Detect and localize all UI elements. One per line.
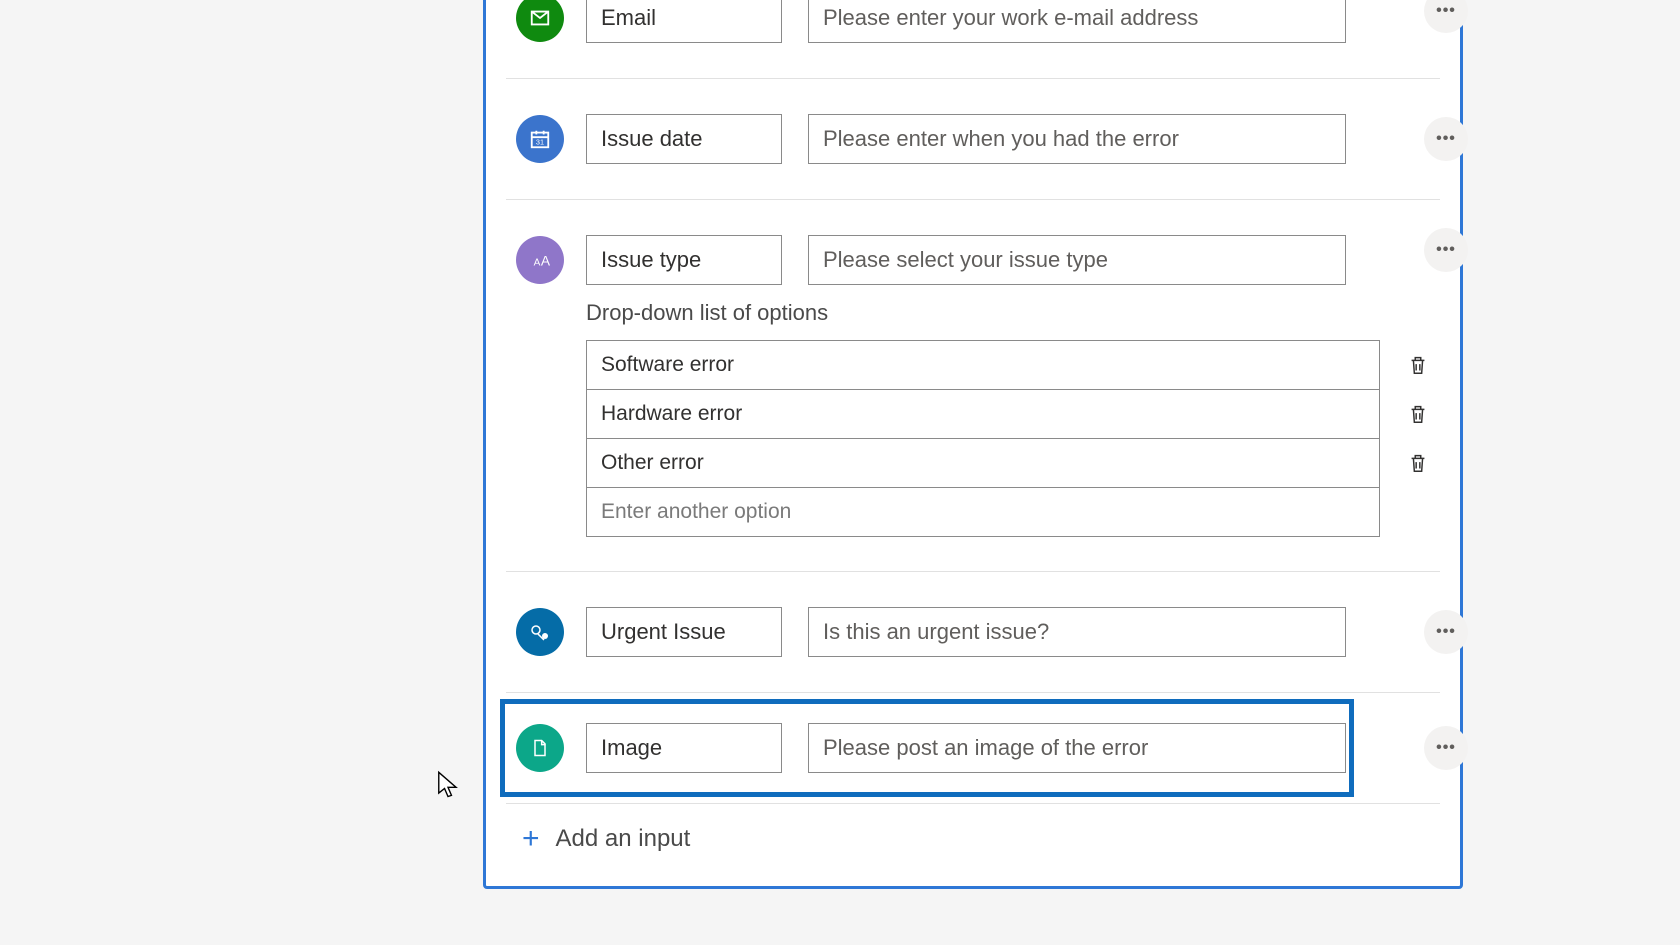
option-row bbox=[586, 438, 1440, 488]
option-input-0[interactable] bbox=[586, 340, 1380, 390]
input-row-image: ••• bbox=[506, 693, 1440, 804]
plus-icon: + bbox=[522, 822, 540, 856]
more-dots: ••• bbox=[1436, 2, 1456, 20]
mouse-cursor bbox=[436, 770, 460, 800]
delete-option-button[interactable] bbox=[1396, 392, 1440, 436]
option-row bbox=[586, 340, 1440, 390]
svg-text:31: 31 bbox=[536, 138, 544, 147]
email-more-button[interactable]: ••• bbox=[1424, 0, 1468, 33]
email-icon bbox=[516, 0, 564, 42]
svg-text:A: A bbox=[541, 254, 551, 269]
toggle-icon bbox=[516, 608, 564, 656]
trash-icon bbox=[1407, 353, 1429, 377]
input-row-issue-date: 31 ••• bbox=[506, 79, 1440, 200]
email-desc-input[interactable] bbox=[808, 0, 1346, 43]
urgent-more-button[interactable]: ••• bbox=[1424, 610, 1468, 654]
input-row-image-wrap: ••• bbox=[486, 693, 1460, 804]
more-dots: ••• bbox=[1436, 623, 1456, 641]
more-dots: ••• bbox=[1436, 130, 1456, 148]
email-name-input[interactable] bbox=[586, 0, 782, 43]
add-input-label: Add an input bbox=[556, 825, 691, 853]
more-dots: ••• bbox=[1436, 739, 1456, 757]
issue-date-desc-input[interactable] bbox=[808, 114, 1346, 164]
file-icon bbox=[516, 724, 564, 772]
trigger-inputs-card: ••• 31 ••• AA ••• Drop-down list of opti… bbox=[483, 0, 1463, 889]
issue-type-desc-input[interactable] bbox=[808, 235, 1346, 285]
urgent-desc-input[interactable] bbox=[808, 607, 1346, 657]
trash-icon bbox=[1407, 451, 1429, 475]
urgent-name-input[interactable] bbox=[586, 607, 782, 657]
option-input-2[interactable] bbox=[586, 438, 1380, 488]
image-desc-input[interactable] bbox=[808, 723, 1346, 773]
input-row-urgent-issue: ••• bbox=[506, 572, 1440, 693]
input-row-email: ••• bbox=[506, 0, 1440, 79]
add-input-button[interactable]: + Add an input bbox=[522, 822, 1424, 856]
image-more-button[interactable]: ••• bbox=[1424, 726, 1468, 770]
issue-type-name-input[interactable] bbox=[586, 235, 782, 285]
calendar-icon: 31 bbox=[516, 115, 564, 163]
dropdown-options-label: Drop-down list of options bbox=[586, 300, 1440, 326]
svg-text:A: A bbox=[534, 258, 541, 269]
option-row-new bbox=[586, 487, 1440, 537]
option-input-1[interactable] bbox=[586, 389, 1380, 439]
trash-icon bbox=[1407, 402, 1429, 426]
more-dots: ••• bbox=[1436, 241, 1456, 259]
issue-type-more-button[interactable]: ••• bbox=[1424, 228, 1468, 272]
delete-option-button[interactable] bbox=[1396, 343, 1440, 387]
issue-date-name-input[interactable] bbox=[586, 114, 782, 164]
option-input-new[interactable] bbox=[586, 487, 1380, 537]
image-name-input[interactable] bbox=[586, 723, 782, 773]
option-row bbox=[586, 389, 1440, 439]
input-row-issue-type: AA ••• Drop-down list of options bbox=[506, 200, 1440, 572]
issue-date-more-button[interactable]: ••• bbox=[1424, 117, 1468, 161]
text-icon: AA bbox=[516, 236, 564, 284]
delete-option-button[interactable] bbox=[1396, 441, 1440, 485]
